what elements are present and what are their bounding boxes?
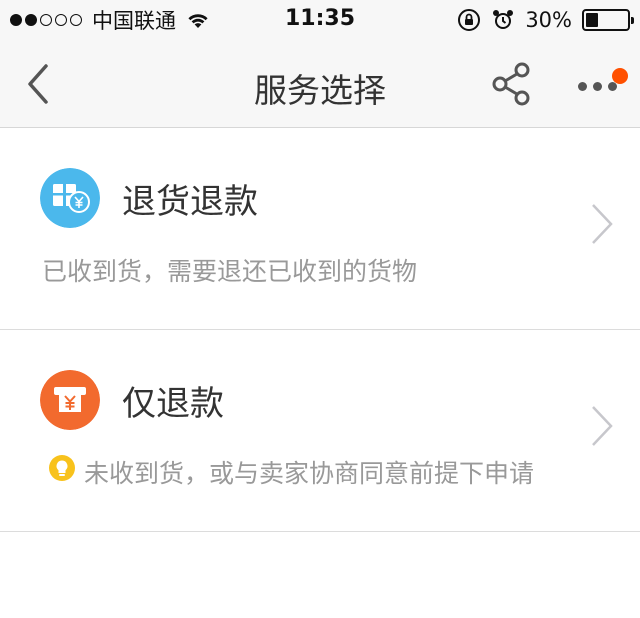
status-bar: 中国联通 11:35 30% [0,0,640,40]
battery-icon [582,9,634,31]
return-package-icon [40,168,100,228]
option-title: 退货退款 [122,182,258,222]
more-icon [578,82,617,91]
notification-badge [612,68,628,84]
more-button[interactable] [574,68,632,104]
option-description: 未收到货，或与卖家协商同意前提下申请 [84,459,535,488]
page-title: 服务选择 [254,71,386,110]
chevron-right-icon [592,204,613,244]
navigation-bar: 服务选择 [0,40,640,128]
battery-percentage: 30% [525,8,572,32]
chevron-right-icon [592,406,613,446]
option-return-and-refund[interactable]: 退货退款 已收到货，需要退还已收到的货物 [0,128,640,330]
battery-level-fill [586,13,598,27]
cash-refund-icon [40,370,100,430]
status-right: 30% [457,6,634,34]
share-button[interactable] [490,60,534,108]
option-title: 仅退款 [122,384,224,424]
lightbulb-icon [49,455,75,481]
option-description: 已收到货，需要退还已收到的货物 [42,257,418,286]
option-refund-only[interactable]: 仅退款 未收到货，或与卖家协商同意前提下申请 [0,330,640,532]
alarm-clock-icon [493,10,514,29]
rotation-lock-icon [458,9,481,31]
share-icon [492,62,530,106]
